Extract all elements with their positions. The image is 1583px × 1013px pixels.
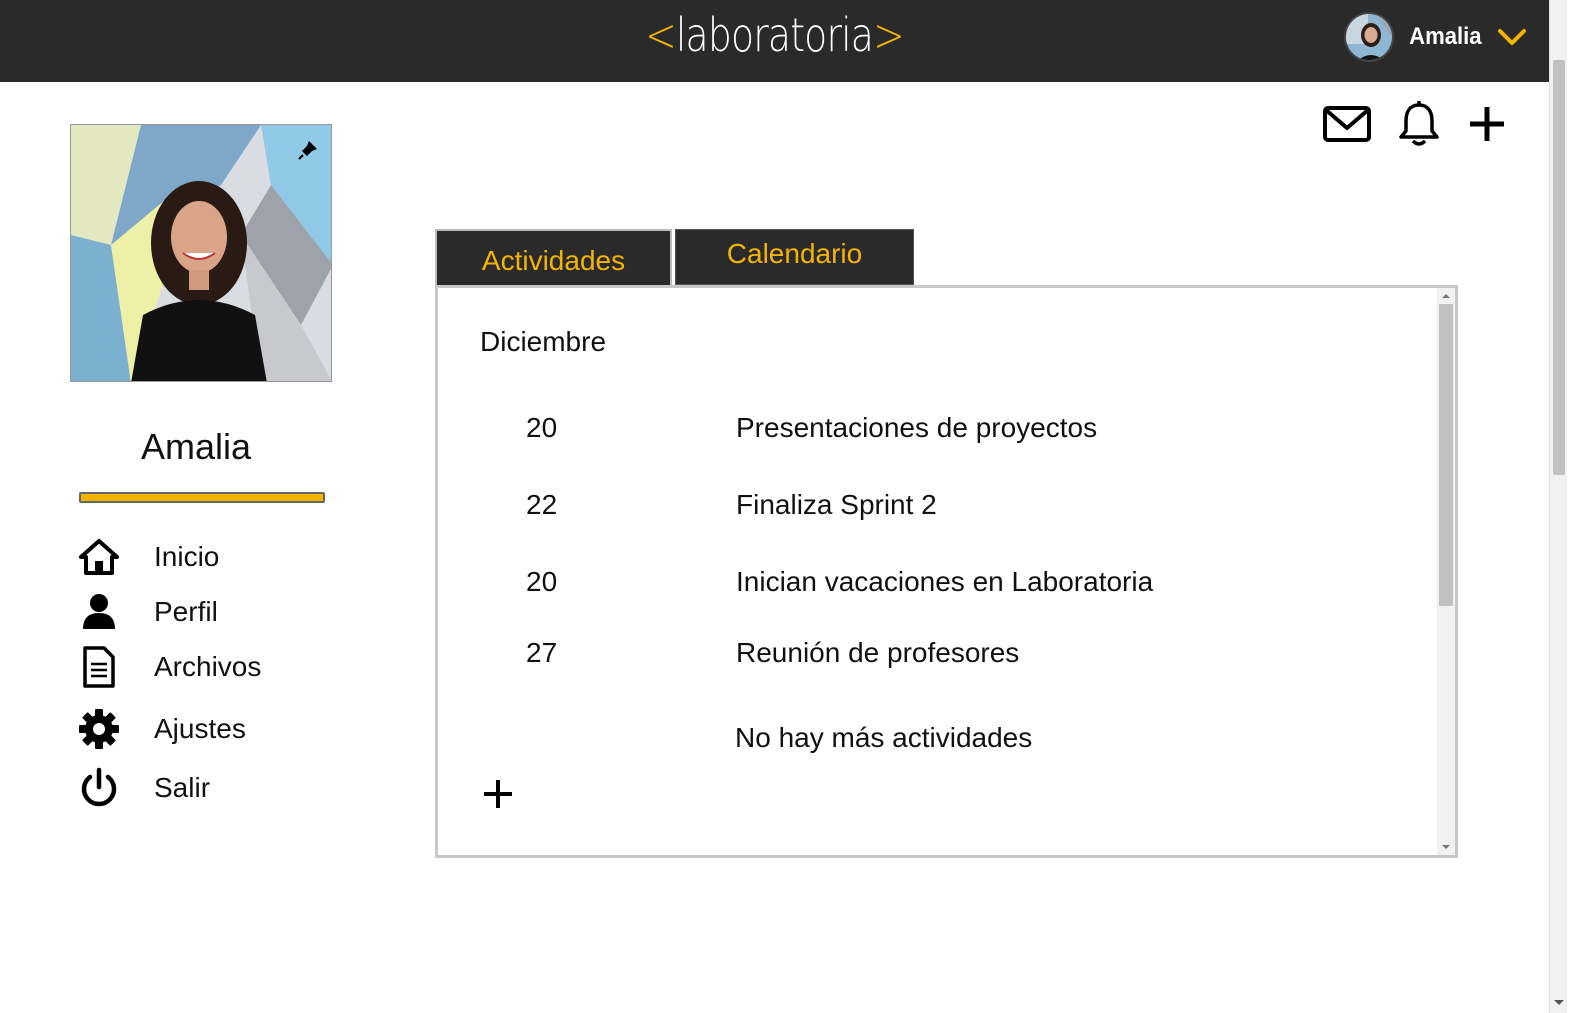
bell-icon[interactable] <box>1397 100 1441 148</box>
empty-message: No hay más actividades <box>735 722 1033 753</box>
avatar[interactable] <box>1344 12 1395 62</box>
user-menu[interactable]: Amalia <box>1344 12 1527 62</box>
activity-description: Finaliza Sprint 2 <box>736 489 937 520</box>
sidebar-item-label: Perfil <box>154 596 218 627</box>
top-bar: <laboratoria> Amalia <box>0 0 1549 82</box>
chevron-down-icon[interactable] <box>1497 26 1527 48</box>
tab-calendario[interactable]: Calendario <box>675 229 914 285</box>
list-item[interactable]: 20 Inician vacaciones en Laboratoria <box>438 566 1428 606</box>
logo-close-bracket: > <box>873 8 905 62</box>
gear-icon <box>76 706 122 752</box>
document-icon <box>76 644 122 690</box>
activity-day: 20 <box>526 412 558 443</box>
power-icon <box>76 765 122 811</box>
plus-icon[interactable] <box>1467 104 1507 144</box>
activity-day: 22 <box>526 489 558 520</box>
sidebar-item-perfil[interactable]: Perfil <box>76 587 336 637</box>
list-item[interactable]: 27 Reunión de profesores <box>438 637 1428 677</box>
top-actions <box>1323 100 1507 148</box>
scroll-down-arrow[interactable] <box>1442 845 1450 849</box>
sidebar-item-ajustes[interactable]: Ajustes <box>76 704 336 754</box>
scroll-up-arrow[interactable] <box>1442 294 1450 298</box>
logo-open-bracket: < <box>645 8 677 62</box>
activity-day: 20 <box>526 566 558 597</box>
mail-icon[interactable] <box>1323 104 1371 144</box>
sidebar-item-inicio[interactable]: Inicio <box>76 532 336 582</box>
page-scrollbar[interactable] <box>1549 0 1567 1013</box>
tab-actividades[interactable]: Actividades <box>435 229 672 287</box>
activity-description: Presentaciones de proyectos <box>736 412 1098 443</box>
profile-name: Amalia <box>140 426 252 467</box>
activity-day: 27 <box>526 637 558 668</box>
user-name[interactable]: Amalia <box>1409 23 1481 51</box>
sidebar-item-label: Inicio <box>154 541 220 572</box>
sidebar-item-label: Salir <box>154 772 211 803</box>
list-item[interactable]: 20 Presentaciones de proyectos <box>438 412 1428 452</box>
panel-scrollbar[interactable] <box>1437 288 1455 855</box>
page-scrollbar-thumb[interactable] <box>1553 60 1565 475</box>
progress-fill <box>81 494 323 501</box>
month-heading: Diciembre <box>480 326 607 357</box>
user-icon <box>76 589 122 635</box>
add-activity-icon[interactable] <box>482 778 514 810</box>
activities-panel: Diciembre 20 Presentaciones de proyectos… <box>435 285 1458 858</box>
sidebar-item-label: Ajustes <box>154 713 246 744</box>
laboratoria-logo[interactable]: <laboratoria> <box>139 8 1409 62</box>
list-item[interactable]: 22 Finaliza Sprint 2 <box>438 489 1428 529</box>
progress-bar <box>79 492 325 503</box>
logo-text: laboratoria <box>675 8 874 62</box>
home-icon <box>76 534 122 580</box>
sidebar-item-label: Archivos <box>154 651 262 682</box>
sidebar-item-salir[interactable]: Salir <box>76 763 336 813</box>
pin-icon[interactable] <box>297 139 319 161</box>
activity-description: Reunión de profesores <box>736 637 1020 668</box>
sidebar-item-archivos[interactable]: Archivos <box>76 642 336 692</box>
panel-scrollbar-thumb[interactable] <box>1439 304 1453 606</box>
page-scroll-down-arrow[interactable] <box>1554 1000 1564 1005</box>
activity-description: Inician vacaciones en Laboratoria <box>736 566 1154 597</box>
profile-photo[interactable] <box>70 124 332 382</box>
